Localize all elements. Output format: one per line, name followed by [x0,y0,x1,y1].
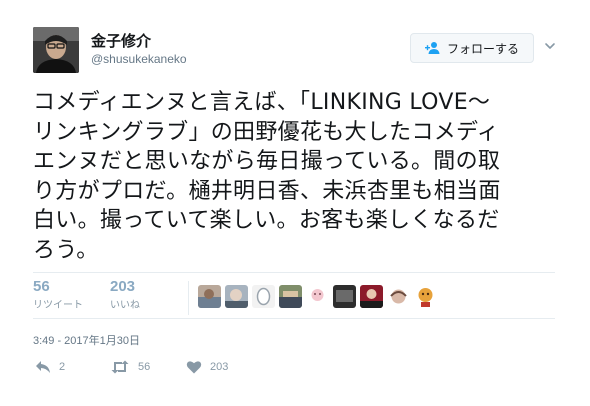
retweet-button[interactable]: 56 [110,360,150,374]
liker-avatar[interactable] [198,285,221,308]
liker-avatar[interactable] [225,285,248,308]
retweet-icon [111,360,129,374]
liker-avatar[interactable] [333,285,356,308]
tweet-line: ろう。 [33,237,99,263]
liker-avatar[interactable] [360,285,383,308]
reply-button[interactable]: 2 [35,360,65,374]
timestamp[interactable]: 3:49 - 2017年1月30日 [33,332,140,348]
liker-avatar[interactable] [252,285,275,308]
person-photo-icon [33,27,79,73]
tweet-line: 白い。撮っていて楽しい。お客も楽しくなるだ [33,208,500,233]
tweet-line: リンキングラブ」の田野優花も大したコメディ [33,119,500,145]
like-label: いいね [110,300,140,311]
tweet-line: り方がプロだ。樋井明日香、未浜杏里も相当面 [33,178,501,204]
avatar[interactable] [33,27,79,73]
retweet-stat[interactable]: 56 リツイート [33,278,83,311]
stats-separator [188,281,189,315]
like-count: 203 [110,278,136,295]
retweet-label: リツイート [33,300,83,311]
heart-icon [186,361,202,374]
tweet-text: コメディエンヌと言えば、「LINKING LOVE〜 リンキングラブ」の田野優花… [33,88,558,265]
liker-avatar[interactable] [279,285,302,308]
user-handle[interactable]: @shusukekaneko [91,52,187,66]
reply-count: 2 [59,361,66,373]
tweet-line: エンヌだと思いながら毎日撮っている。間の取 [33,149,501,174]
liker-avatar[interactable] [306,285,329,308]
reply-icon [36,361,50,373]
follow-button-label: フォローする [446,41,519,56]
retweet-action-count: 56 [138,361,151,373]
liker-avatar[interactable] [414,285,437,308]
tweet-card: 金子修介 @shusukekaneko フォローする コメディエンヌと言えば、「… [0,0,590,406]
like-action-count: 203 [210,361,229,373]
likers-avatars [198,285,437,309]
chevron-down-icon[interactable] [544,40,556,52]
divider [33,272,555,273]
divider [33,318,555,319]
retweet-count: 56 [33,278,50,295]
display-name[interactable]: 金子修介 [91,30,151,51]
follow-button[interactable]: フォローする [410,33,534,63]
add-user-icon [424,42,440,54]
liker-avatar[interactable] [387,285,410,308]
like-stat[interactable]: 203 いいね [110,278,140,311]
like-button[interactable]: 203 [186,360,228,374]
tweet-line: コメディエンヌと言えば、「LINKING LOVE〜 [33,90,491,115]
